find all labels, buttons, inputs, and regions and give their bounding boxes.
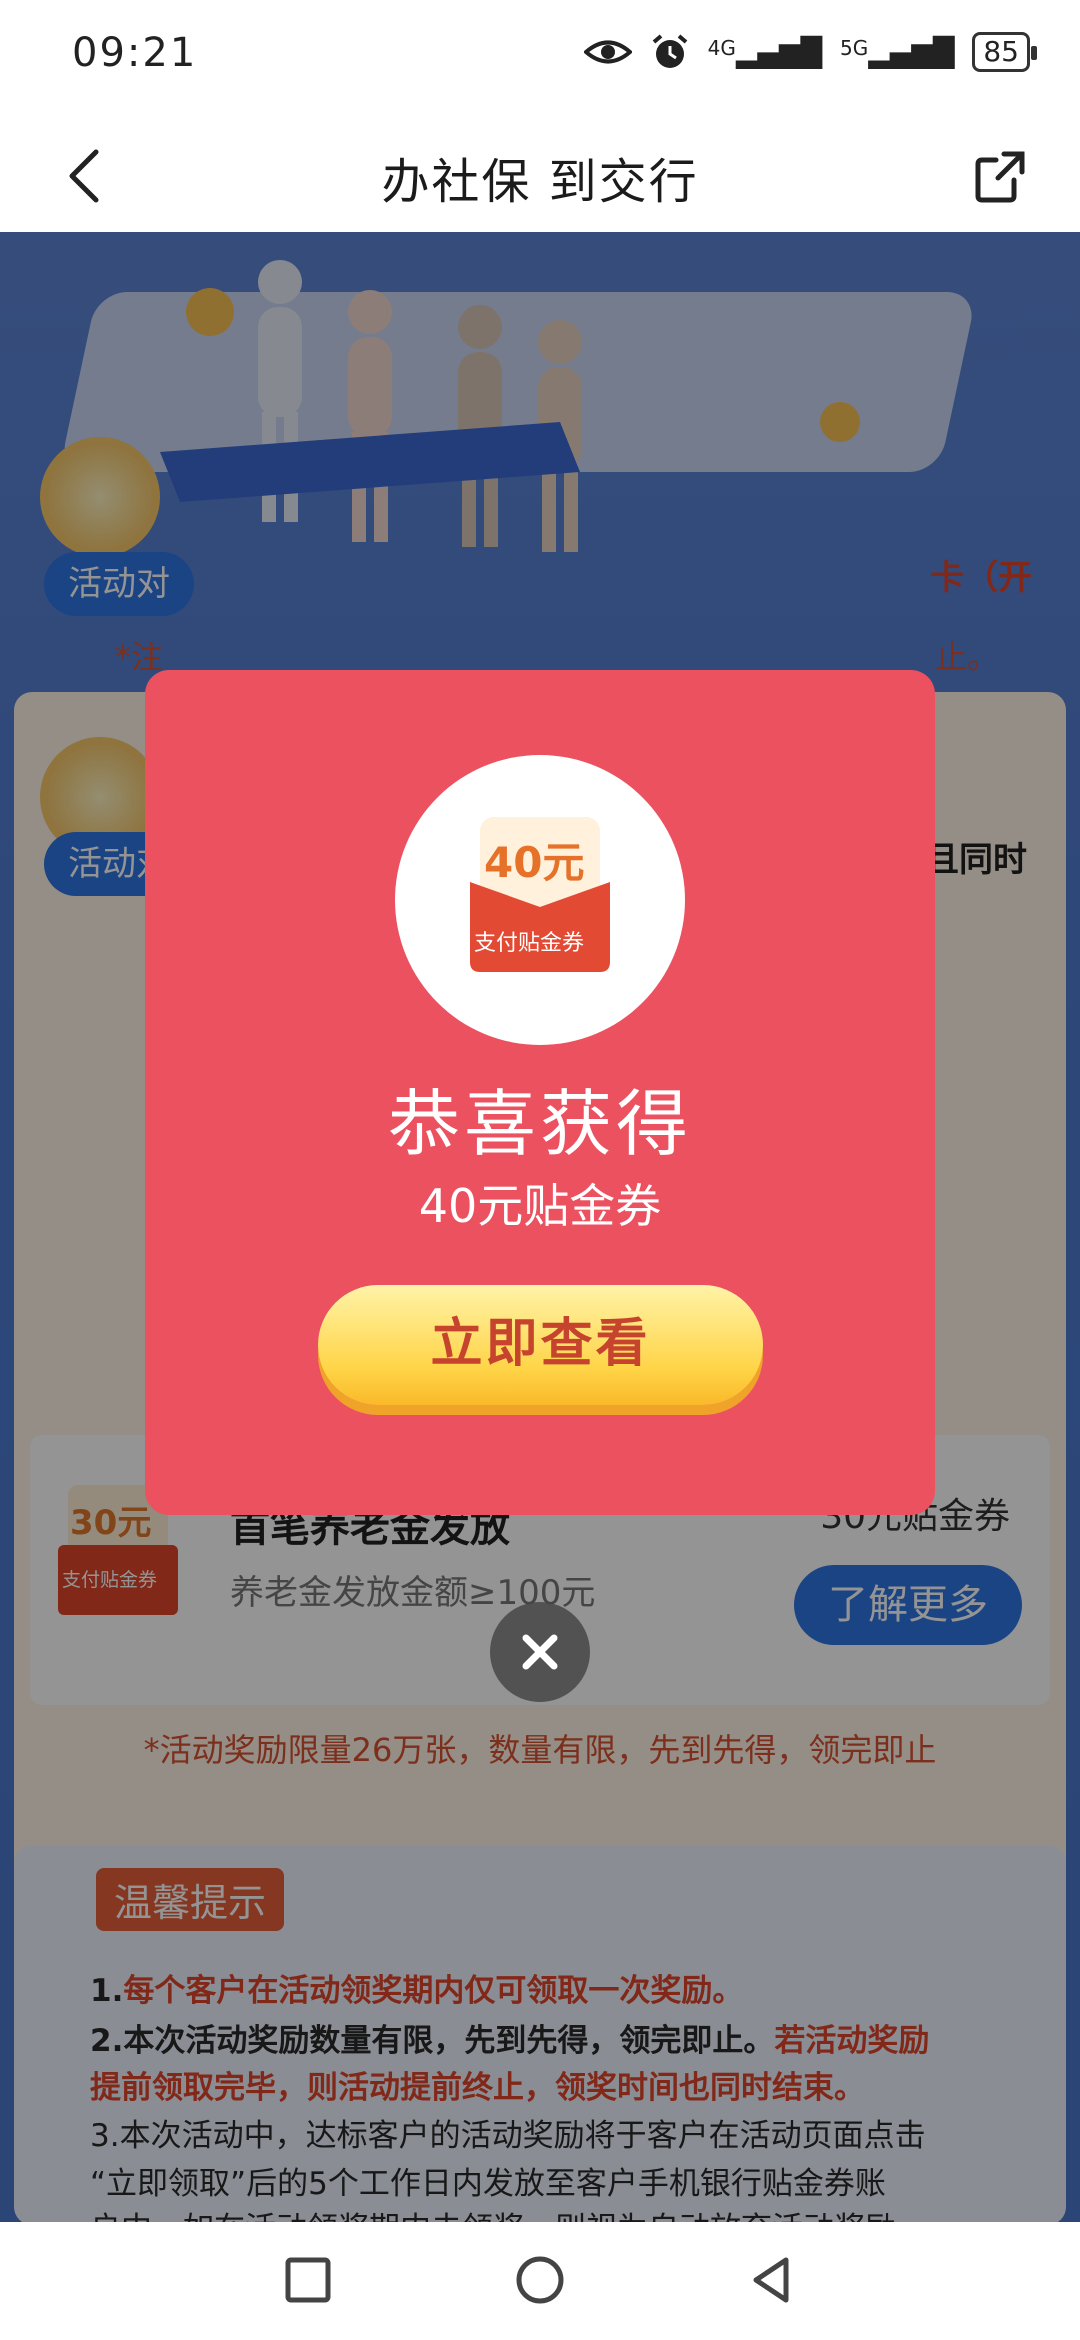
square-icon[interactable] [278, 2250, 338, 2310]
modal-close-button[interactable] [490, 1602, 590, 1702]
coupon-circle: 40元 支付贴金券 [395, 755, 685, 1045]
battery-icon: 85 [972, 32, 1037, 72]
circle-icon[interactable] [510, 2250, 570, 2310]
coupon-40-amount: 40元 [484, 838, 585, 887]
status-time: 09:21 [72, 30, 198, 76]
share-icon[interactable] [970, 146, 1030, 206]
modal-title: 恭喜获得 [387, 1082, 692, 1166]
signal-5g-label: 5G [839, 35, 869, 60]
system-nav-bar [0, 2222, 1080, 2340]
status-icons: 4G▂▄▆█ 5G▂▄▆█ 85 [583, 32, 1037, 72]
reward-modal: 40元 支付贴金券 恭喜获得 40元贴金券 立即查看 [145, 670, 935, 1515]
signal-4g-icon: 4G▂▄▆█ [707, 35, 822, 69]
modal-subtitle: 40元贴金券 [418, 1179, 662, 1233]
eye-icon [583, 40, 632, 64]
coupon-40-icon: 40元 支付贴金券 [470, 807, 610, 972]
coupon-40-label: 支付贴金券 [474, 931, 585, 956]
view-now-button[interactable]: 立即查看 [318, 1285, 763, 1405]
page-title: 办社保 到交行 [381, 154, 699, 210]
triangle-back-icon[interactable] [742, 2250, 802, 2310]
title-bar: 办社保 到交行 [0, 120, 1080, 232]
alarm-icon [652, 34, 687, 68]
signal-4g-label: 4G [707, 35, 736, 60]
status-bar: 09:21 4G▂▄▆█ 5G▂▄▆█ 85 [0, 0, 1080, 120]
close-icon [522, 1634, 558, 1670]
signal-5g-icon: 5G▂▄▆█ [839, 35, 955, 69]
